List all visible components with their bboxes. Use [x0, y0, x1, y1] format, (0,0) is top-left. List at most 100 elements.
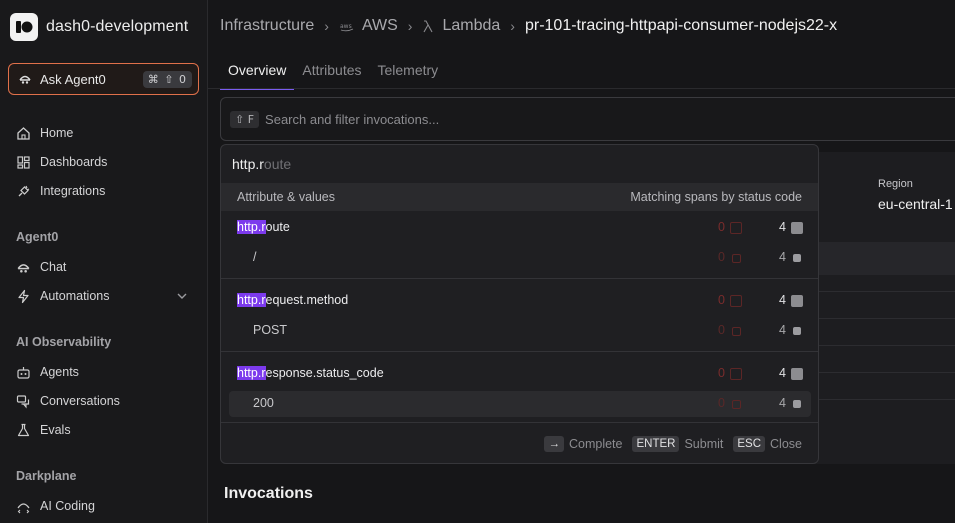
breadcrumb-separator-icon: › — [324, 18, 329, 34]
value-option[interactable]: / — [253, 250, 256, 264]
chat-bubbles-icon — [16, 394, 30, 409]
nav-conversations[interactable]: Conversations — [16, 391, 120, 411]
nav-chat-label: Chat — [40, 260, 67, 274]
nav-dashboards[interactable]: Dashboards — [16, 152, 107, 172]
query-typed: http.r — [232, 156, 264, 172]
org-switcher[interactable]: dash0-development — [10, 13, 188, 41]
nav-integrations[interactable]: Integrations — [16, 181, 105, 201]
error-count: 0 — [718, 293, 725, 307]
attribute-option[interactable]: http.request.method — [237, 293, 348, 307]
tab-attributes[interactable]: Attributes — [294, 56, 369, 90]
group-divider — [221, 278, 818, 279]
search-placeholder: Search and filter invocations... — [265, 111, 440, 127]
complete-hint[interactable]: → Complete — [544, 435, 622, 452]
breadcrumb-lambda[interactable]: Lambda — [442, 17, 500, 35]
ok-count: 4 — [779, 220, 786, 234]
error-status-swatch — [732, 254, 741, 263]
invocations-title: Invocations — [224, 485, 313, 502]
tab-telemetry[interactable]: Telemetry — [370, 56, 447, 90]
ok-count: 4 — [779, 396, 786, 410]
ok-status-swatch — [791, 368, 803, 380]
error-status-swatch — [732, 327, 741, 336]
error-count: 0 — [718, 220, 725, 234]
close-hint[interactable]: ESC Close — [733, 435, 802, 452]
breadcrumb: Infrastructure › aws AWS › Lambda › pr-1… — [220, 17, 837, 35]
breadcrumb-separator-icon: › — [510, 18, 515, 34]
arrow-right-key: → — [544, 435, 564, 452]
breadcrumb-function: pr-101-tracing-httpapi-consumer-nodejs22… — [524, 17, 838, 34]
svg-text:aws: aws — [340, 23, 352, 30]
close-label: Close — [770, 436, 802, 451]
agent-icon — [17, 263, 30, 273]
robot-icon — [17, 366, 30, 379]
error-count: 0 — [718, 250, 725, 264]
section-agent0-title: Agent0 — [16, 230, 59, 244]
nav-chat[interactable]: Chat — [16, 257, 66, 277]
ok-count: 4 — [779, 366, 786, 380]
row-divider — [818, 318, 955, 319]
submit-label: Submit — [684, 436, 724, 451]
plug-icon — [18, 185, 30, 196]
tabs-divider — [208, 88, 955, 89]
nav-ai-coding[interactable]: AI Coding — [16, 496, 95, 516]
match-highlight: http.r — [237, 220, 266, 234]
tab-overview[interactable]: Overview — [220, 56, 295, 90]
nav-automations-label: Automations — [40, 289, 110, 303]
nav-home-label: Home — [40, 126, 74, 140]
aws-icon: aws — [340, 23, 354, 32]
ask-agent0-button[interactable]: Ask Agent0 ⌘ ⇧ 0 — [8, 63, 199, 95]
section-darkplane-title: Darkplane — [16, 469, 77, 483]
nav-automations[interactable]: Automations — [16, 286, 109, 306]
table-row — [818, 242, 955, 275]
attribute-rest: esponse.status_code — [265, 366, 384, 380]
region-label: Region — [878, 178, 913, 190]
autocomplete-popup: http.route Attribute & values Matching s… — [220, 144, 819, 464]
column-matching-spans: Matching spans by status code — [630, 190, 802, 204]
row-divider — [818, 291, 955, 292]
lambda-icon — [423, 20, 433, 33]
row-divider — [818, 372, 955, 373]
attribute-option[interactable]: http.response.status_code — [237, 366, 384, 380]
error-status-swatch — [730, 368, 742, 380]
error-count: 0 — [718, 366, 725, 380]
sidebar: dash0-development Ask Agent0 ⌘ ⇧ 0 Home … — [0, 0, 208, 523]
breadcrumb-infrastructure[interactable]: Infrastructure — [220, 17, 314, 35]
group-divider — [221, 351, 818, 352]
row-divider — [818, 399, 955, 400]
tab-bar: Overview Attributes Telemetry — [220, 56, 446, 90]
error-status-swatch — [732, 400, 741, 409]
ask-shortcut: ⌘ ⇧ 0 — [142, 70, 192, 88]
nav-evals-label: Evals — [40, 423, 71, 437]
ok-count: 4 — [779, 293, 786, 307]
esc-key: ESC — [733, 435, 766, 452]
column-attribute-values: Attribute & values — [237, 190, 335, 204]
nav-conversations-label: Conversations — [40, 394, 120, 408]
dash0-logo-icon — [10, 13, 38, 41]
nav-ai-coding-label: AI Coding — [40, 499, 95, 513]
chevron-down-icon[interactable] — [175, 290, 189, 302]
filter-query-input[interactable]: http.route — [232, 156, 291, 172]
search-input[interactable]: ⇧ F Search and filter invocations... — [220, 97, 955, 141]
agent-icon — [19, 75, 31, 84]
dashboards-icon — [17, 155, 30, 169]
nav-agents-label: Agents — [40, 365, 79, 379]
error-status-swatch — [730, 222, 742, 234]
flask-icon — [17, 423, 30, 436]
ok-status-swatch — [793, 400, 801, 408]
attribute-option[interactable]: http.route — [237, 220, 290, 234]
nav-integrations-label: Integrations — [40, 184, 106, 198]
attribute-rest: oute — [265, 220, 290, 234]
error-count: 0 — [718, 323, 725, 337]
lightning-icon — [18, 289, 29, 303]
agent-code-icon — [17, 502, 30, 513]
enter-key: ENTER — [632, 435, 680, 452]
nav-evals[interactable]: Evals — [16, 420, 71, 440]
nav-agents[interactable]: Agents — [16, 362, 79, 382]
nav-home[interactable]: Home — [16, 123, 73, 143]
ask-agent0-label: Ask Agent0 — [40, 71, 106, 87]
query-ghost-completion: oute — [263, 156, 292, 172]
breadcrumb-aws[interactable]: AWS — [362, 17, 398, 35]
submit-hint[interactable]: ENTER Submit — [632, 435, 724, 452]
value-option[interactable]: 200 — [253, 396, 274, 410]
value-option[interactable]: POST — [253, 323, 287, 337]
